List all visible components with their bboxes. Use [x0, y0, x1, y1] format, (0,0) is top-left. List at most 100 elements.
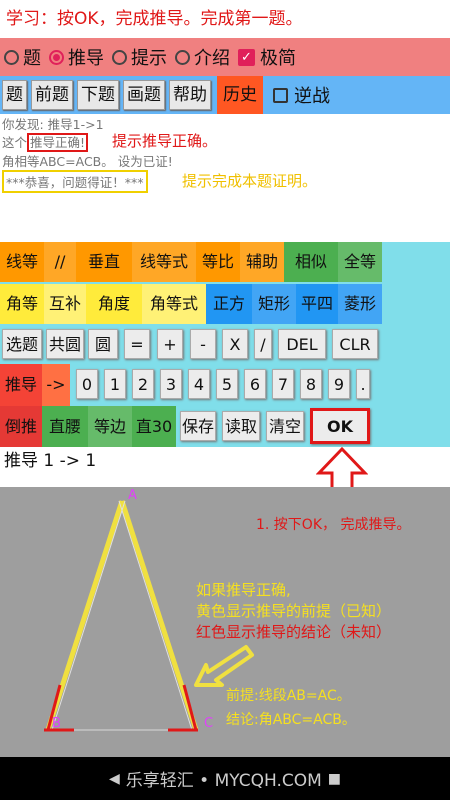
found-text: 你发现: 推导1->1 — [2, 117, 104, 132]
conclusion-note: 结论:角ABC=ACB。 — [226, 712, 356, 728]
radio-icon — [112, 49, 127, 65]
key-clear[interactable]: CLR — [332, 329, 378, 359]
key-digit-0[interactable]: 0 — [76, 369, 98, 399]
key-reverse-derive[interactable]: 倒推 — [0, 406, 42, 447]
watermark-text: 乐享轻汇 • MYCQH.COM — [125, 771, 322, 791]
key-delete[interactable]: DEL — [278, 329, 326, 359]
keypad: 线等 // 垂直 线等式 等比 辅助 相似 全等 角等 互补 角度 角等式 正方… — [0, 242, 450, 447]
key-perpendicular[interactable]: 垂直 — [76, 242, 132, 282]
mode-jieshao-radio[interactable]: 介绍 — [175, 44, 230, 70]
mode-label: 提示 — [131, 48, 167, 69]
key-digit-7[interactable]: 7 — [272, 369, 294, 399]
key-similar[interactable]: 相似 — [284, 242, 338, 282]
checkmark-icon: ✓ — [238, 48, 255, 66]
arrow-to-triangle-icon — [194, 645, 254, 687]
key-angle-equal[interactable]: 角等 — [0, 284, 44, 324]
help-button[interactable]: 帮助 — [169, 80, 211, 110]
segment-ac-core — [118, 500, 193, 731]
key-circle[interactable]: 圆 — [88, 329, 118, 359]
next-problem-button[interactable]: 下题 — [77, 80, 119, 110]
key-minus[interactable]: - — [190, 329, 216, 359]
hint-correct-label: 提示推导正确。 — [112, 132, 218, 150]
previous-problem-button[interactable]: 前题 — [31, 80, 73, 110]
key-parallel[interactable]: // — [44, 242, 76, 282]
premise-note: 前提:线段AB=AC。 — [226, 688, 351, 704]
key-line-equation[interactable]: 线等式 — [132, 242, 196, 282]
key-equals[interactable]: = — [124, 329, 150, 359]
keypad-row-3: 选题 共圆 圆 = + - X / DEL CLR — [0, 324, 450, 364]
key-digit-8[interactable]: 8 — [300, 369, 322, 399]
vertex-label-c: C — [204, 716, 214, 731]
back-icon[interactable]: ◀ — [109, 771, 120, 787]
mode-bar: 题 推导 提示 介绍 ✓ 极简 — [0, 38, 450, 76]
mode-tuidao-radio[interactable]: 推导 — [49, 44, 104, 70]
key-supplementary[interactable]: 互补 — [44, 284, 86, 324]
key-ratio[interactable]: 等比 — [196, 242, 240, 282]
toolbar: 题 前题 下题 画题 帮助 历史 逆战 — [0, 76, 450, 114]
radio-icon — [175, 49, 190, 65]
key-digit-2[interactable]: 2 — [132, 369, 154, 399]
vertex-label-a: A — [128, 488, 137, 503]
key-rhombus[interactable]: 菱形 — [338, 284, 382, 324]
key-digit-1[interactable]: 1 — [104, 369, 126, 399]
key-congruent[interactable]: 全等 — [338, 242, 382, 282]
key-decimal[interactable]: . — [356, 369, 370, 399]
reverse-label: 逆战 — [294, 86, 330, 107]
result-prefix: 这个 — [2, 135, 28, 150]
key-digit-6[interactable]: 6 — [244, 369, 266, 399]
key-plus[interactable]: + — [157, 329, 183, 359]
key-square[interactable]: 正方 — [206, 284, 252, 324]
key-right-isosceles[interactable]: 直腰 — [42, 406, 88, 447]
if-correct-note: 如果推导正确, — [196, 581, 291, 599]
key-divide[interactable]: / — [254, 329, 272, 359]
keypad-row-2: 角等 互补 角度 角等式 正方 矩形 平四 菱形 — [0, 284, 450, 324]
key-digit-5[interactable]: 5 — [216, 369, 238, 399]
expression-display: 推导 1 -> 1 — [0, 447, 450, 487]
mode-label: 介绍 — [194, 48, 230, 69]
history-button[interactable]: 历史 — [217, 76, 263, 114]
radio-selected-icon — [49, 49, 64, 65]
key-angle-equation[interactable]: 角等式 — [142, 284, 206, 324]
jijian-checkbox[interactable]: ✓ 极简 — [238, 44, 296, 70]
reverse-checkbox[interactable]: 逆战 — [273, 82, 330, 108]
key-digit-9[interactable]: 9 — [328, 369, 350, 399]
key-rectangle[interactable]: 矩形 — [252, 284, 296, 324]
navigation-bar: ◀ 乐享轻汇 • MYCQH.COM ■ — [0, 757, 450, 800]
draw-problem-button[interactable]: 画题 — [123, 80, 165, 110]
segment-ab — [45, 500, 125, 731]
mode-label: 极简 — [260, 48, 296, 69]
red-desc-note: 红色显示推导的结论（未知） — [196, 623, 392, 641]
press-ok-note: 1. 按下OK， 完成推导。 — [256, 517, 411, 533]
key-parallelogram[interactable]: 平四 — [296, 284, 338, 324]
radio-icon — [4, 49, 19, 65]
recent-apps-icon[interactable]: ■ — [328, 771, 341, 787]
key-angle-degree[interactable]: 角度 — [86, 284, 142, 324]
key-load[interactable]: 读取 — [222, 411, 260, 441]
key-digit-3[interactable]: 3 — [160, 369, 182, 399]
key-auxiliary[interactable]: 辅助 — [240, 242, 284, 282]
proved-text: 角相等ABC=ACB。 设为已证! — [2, 154, 173, 169]
mode-ti-radio[interactable]: 题 — [4, 44, 41, 70]
key-equilateral[interactable]: 等边 — [88, 406, 132, 447]
keypad-row-1: 线等 // 垂直 线等式 等比 辅助 相似 全等 — [0, 242, 450, 284]
key-arrow[interactable]: -> — [42, 364, 70, 406]
key-clear-all[interactable]: 清空 — [266, 411, 304, 441]
keypad-row-4: 推导 -> 0 1 2 3 4 5 6 7 8 9 . — [0, 364, 450, 406]
yellow-desc-note: 黄色显示推导的前提（已知） — [196, 602, 392, 620]
ok-button[interactable]: OK — [310, 408, 370, 444]
segment-ac — [119, 500, 199, 731]
ti-button[interactable]: 题 — [2, 80, 27, 110]
segment-ab-core — [51, 500, 126, 731]
key-save[interactable]: 保存 — [180, 411, 216, 441]
key-xiandeng[interactable]: 线等 — [0, 242, 44, 282]
key-concyclic[interactable]: 共圆 — [46, 329, 84, 359]
mode-tishi-radio[interactable]: 提示 — [112, 44, 167, 70]
geometry-canvas[interactable]: A B C 1. 按下OK， 完成推导。 如果推导正确, 黄色显示推导的前提（已… — [0, 487, 450, 757]
mode-label: 推导 — [68, 48, 104, 69]
key-right-30[interactable]: 直30 — [132, 406, 176, 447]
key-multiply[interactable]: X — [222, 329, 248, 359]
mode-label: 题 — [23, 48, 41, 69]
key-select-problem[interactable]: 选题 — [2, 329, 42, 359]
key-derive[interactable]: 推导 — [0, 364, 42, 406]
key-digit-4[interactable]: 4 — [188, 369, 210, 399]
